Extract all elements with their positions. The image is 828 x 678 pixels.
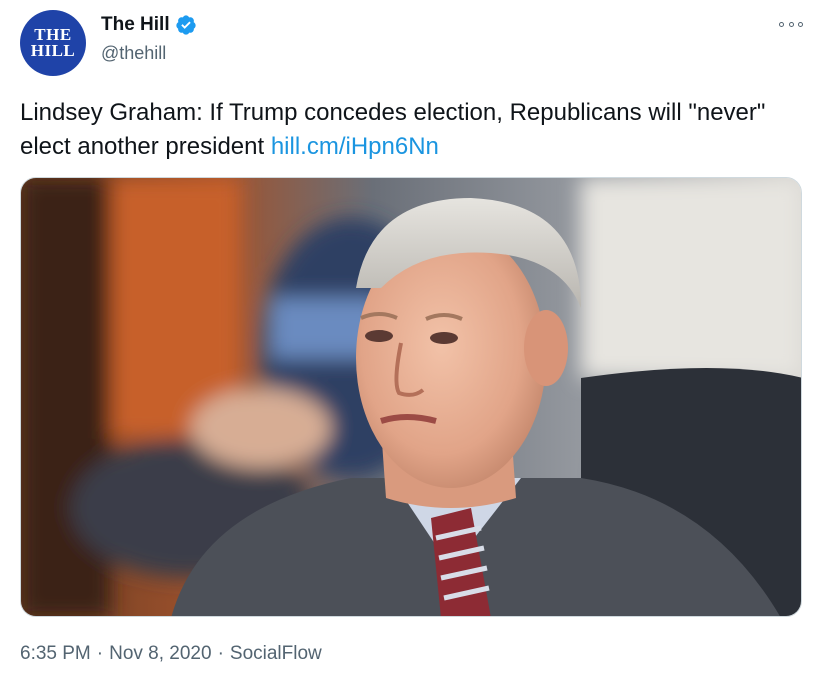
- photo-illustration: [21, 178, 801, 616]
- tweet-link[interactable]: hill.cm/iHpn6Nn: [271, 133, 439, 160]
- tweet-source[interactable]: SocialFlow: [230, 643, 322, 665]
- tweet-date[interactable]: Nov 8, 2020: [109, 643, 211, 665]
- tweet-card: THE HILL The Hill @thehill Lindsey Graha…: [0, 0, 828, 678]
- tweet-meta: 6:35 PM · Nov 8, 2020 · SocialFlow: [20, 643, 322, 665]
- avatar-logo-text: THE HILL: [30, 25, 76, 60]
- more-options-icon[interactable]: [779, 14, 803, 34]
- avatar[interactable]: THE HILL: [20, 10, 86, 76]
- tweet-text: Lindsey Graham: If Trump concedes electi…: [20, 96, 810, 164]
- verified-badge-icon: [175, 15, 196, 35]
- author-name-row: The Hill: [101, 14, 197, 36]
- tweet-time[interactable]: 6:35 PM: [20, 643, 91, 665]
- tweet-photo[interactable]: [20, 177, 802, 617]
- author-display-name[interactable]: The Hill: [101, 14, 170, 36]
- meta-separator: ·: [96, 643, 104, 664]
- meta-separator-2: ·: [217, 643, 224, 664]
- author-handle[interactable]: @thehill: [101, 43, 166, 64]
